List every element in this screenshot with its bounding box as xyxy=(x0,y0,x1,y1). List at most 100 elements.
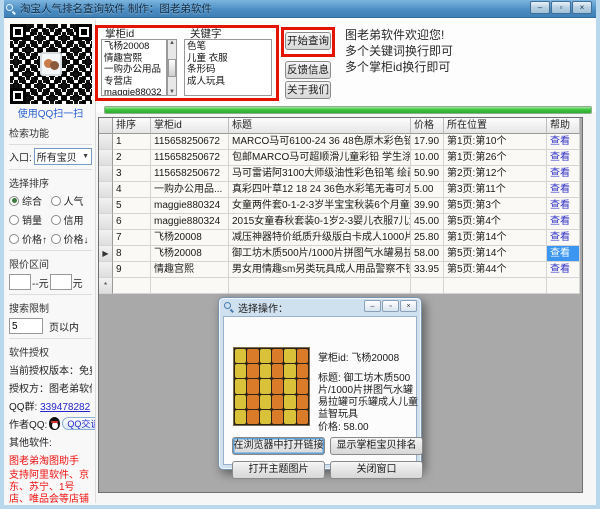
keywords-listbox[interactable]: 色笔儿童 衣服条形码成人玩具 xyxy=(184,39,272,96)
page-limit-input[interactable] xyxy=(9,318,43,334)
view-link[interactable]: 查看 xyxy=(547,246,580,262)
product-image-cell xyxy=(260,395,271,409)
radio-icon[interactable] xyxy=(51,215,61,225)
view-link[interactable]: 查看 xyxy=(547,262,580,278)
dialog-price: 价格: 58.00 xyxy=(318,422,420,434)
product-image-cell xyxy=(235,410,246,424)
column-header[interactable]: 帮助 xyxy=(547,118,580,134)
search-limit-label: 搜索限制 xyxy=(9,300,92,315)
cell-title: 马可雷诺阿3100大师级油性彩色铅笔 绘画36色 ... xyxy=(229,166,411,182)
table-row[interactable]: 5maggie880324女童两件套0-1-2-3岁半宝宝秋装6个月童装儿童..… xyxy=(99,198,582,214)
current-row-selector[interactable]: ▶ xyxy=(99,246,113,262)
cell-price: 39.90 xyxy=(411,198,444,214)
table-row[interactable]: 9情趣宫熙男女用情趣sm另类玩具成人用品警察不锈钢合金...33.95第5页:第… xyxy=(99,262,582,278)
column-header[interactable]: 掌柜id xyxy=(151,118,229,134)
about-button[interactable]: 关于我们 xyxy=(285,81,331,99)
row-selector[interactable] xyxy=(99,134,113,150)
scroll-thumb[interactable] xyxy=(168,59,176,77)
row-selector[interactable] xyxy=(99,262,113,278)
sort-option[interactable]: 人气 xyxy=(51,193,93,208)
view-link[interactable]: 查看 xyxy=(547,134,580,150)
open-in-browser-button[interactable]: 在浏览器中打开链接 xyxy=(232,437,325,455)
table-row[interactable]: 1115658250672MARCO马可6100-24 36 48色原木彩色铅笔… xyxy=(99,134,582,150)
cell-title: 2015女童春秋套装0-1岁2-3婴儿衣服7儿童外套6... xyxy=(229,214,411,230)
shop-id-item[interactable]: 情趣宫熙 xyxy=(104,53,164,65)
cell-shop-id: 115658250672 xyxy=(151,134,229,150)
row-selector[interactable] xyxy=(99,230,113,246)
welcome-text: 图老弟软件欢迎您! 多个关键词换行即可 多个掌柜id换行即可 xyxy=(345,27,453,75)
sort-option[interactable]: 销量 xyxy=(9,212,51,227)
sort-section-label: 选择排序 xyxy=(9,175,92,190)
view-link[interactable]: 查看 xyxy=(547,166,580,182)
empty-cell xyxy=(547,278,580,294)
table-row[interactable]: ▶8飞杨20008御工坊木质500片/1000片拼图气水罐易拉罐可乐...58.… xyxy=(99,246,582,262)
shop-id-item[interactable]: 一购办公用品专营店 xyxy=(104,64,164,87)
keyword-item[interactable]: 条形码 xyxy=(187,64,269,76)
table-row[interactable]: 3115658250672马可雷诺阿3100大师级油性彩色铅笔 绘画36色 ..… xyxy=(99,166,582,182)
view-link[interactable]: 查看 xyxy=(547,182,580,198)
cell-title: 御工坊木质500片/1000片拼图气水罐易拉罐可乐... xyxy=(229,246,411,262)
feedback-button[interactable]: 反馈信息 xyxy=(285,61,331,79)
table-row[interactable]: 6maggie8803242015女童春秋套装0-1岁2-3婴儿衣服7儿童外套6… xyxy=(99,214,582,230)
row-selector[interactable] xyxy=(99,150,113,166)
select-action-dialog: 选择操作： – ▫ × 掌柜id: 飞杨20008 标题: 御工坊木质500片/… xyxy=(218,297,422,470)
cell-price: 17.90 xyxy=(411,134,444,150)
keyword-item[interactable]: 成人玩具 xyxy=(187,76,269,88)
shop-id-item[interactable]: maggie880324 xyxy=(104,87,164,96)
view-link[interactable]: 查看 xyxy=(547,198,580,214)
shop-id-item[interactable]: 飞杨20008 xyxy=(104,41,164,53)
keyword-item[interactable]: 儿童 衣服 xyxy=(187,53,269,65)
table-row[interactable]: 7飞杨20008减压神器特价纸质升级版白卡成人1000片拼图益...25.80第… xyxy=(99,230,582,246)
column-header[interactable]: 价格 xyxy=(411,118,444,134)
price-min-input[interactable] xyxy=(9,274,31,290)
row-selector[interactable] xyxy=(99,198,113,214)
product-image-cell xyxy=(247,379,258,393)
minimize-button[interactable]: – xyxy=(530,1,550,14)
show-shop-rank-button[interactable]: 显示掌柜宝贝排名 xyxy=(330,437,423,455)
sort-option-label: 销量 xyxy=(22,212,42,227)
cell-title: 女童两件套0-1-2-3岁半宝宝秋装6个月童装儿童... xyxy=(229,198,411,214)
shop-id-listbox[interactable]: 飞杨20008情趣宫熙一购办公用品专营店maggie880324 xyxy=(101,39,167,96)
table-row[interactable]: 2115658250672包邮MARCO马可超顺滑儿童彩铅 学生涂鸦彩色铅...… xyxy=(99,150,582,166)
sort-option[interactable]: 信用 xyxy=(51,212,93,227)
radio-icon[interactable] xyxy=(51,234,61,244)
entry-select[interactable]: 所有宝贝 ▼ xyxy=(34,148,92,165)
dialog-close-button[interactable]: × xyxy=(400,300,417,312)
price-max-input[interactable] xyxy=(50,274,72,290)
cell-shop-id: 115658250672 xyxy=(151,166,229,182)
column-header[interactable]: 标题 xyxy=(229,118,411,134)
open-main-image-button[interactable]: 打开主题图片 xyxy=(232,461,325,479)
keyword-item[interactable]: 色笔 xyxy=(187,41,269,53)
qq-chat-button[interactable]: QQ交谈 xyxy=(62,417,96,430)
sort-option[interactable]: 综合 xyxy=(9,193,51,208)
radio-icon[interactable] xyxy=(9,196,19,206)
column-header[interactable]: 排序 xyxy=(113,118,151,134)
radio-icon[interactable] xyxy=(51,196,61,206)
row-selector[interactable] xyxy=(99,214,113,230)
radio-icon[interactable] xyxy=(9,234,19,244)
row-selector[interactable] xyxy=(99,166,113,182)
shop-id-scrollbar[interactable]: ▲ ▼ xyxy=(167,39,177,96)
close-window-button[interactable]: 关闭窗口 xyxy=(330,461,423,479)
qq-group-link[interactable]: 339478282 xyxy=(40,402,90,413)
close-button[interactable]: × xyxy=(572,1,592,14)
cell-price: 50.90 xyxy=(411,166,444,182)
scroll-down-icon[interactable]: ▼ xyxy=(169,89,175,95)
maximize-button[interactable]: ▫ xyxy=(551,1,571,14)
column-header[interactable]: 所在位置 xyxy=(444,118,547,134)
sort-option[interactable]: 价格↓ xyxy=(51,231,93,246)
view-link[interactable]: 查看 xyxy=(547,150,580,166)
dialog-minimize-button[interactable]: – xyxy=(364,300,381,312)
row-selector[interactable] xyxy=(99,182,113,198)
sort-option[interactable]: 价格↑ xyxy=(9,231,51,246)
view-link[interactable]: 查看 xyxy=(547,230,580,246)
scroll-up-icon[interactable]: ▲ xyxy=(169,40,175,46)
cell-rank: 7 xyxy=(113,230,151,246)
license-provider: 授权方：图老弟软件 xyxy=(9,380,92,395)
view-link[interactable]: 查看 xyxy=(547,214,580,230)
start-query-button[interactable]: 开始查询 xyxy=(285,32,331,50)
dialog-maximize-button[interactable]: ▫ xyxy=(382,300,399,312)
radio-icon[interactable] xyxy=(9,215,19,225)
dialog-icon xyxy=(224,302,234,312)
table-row[interactable]: 4一购办公用品...真彩四叶草12 18 24 36色水彩笔无毒可水洗易...5… xyxy=(99,182,582,198)
